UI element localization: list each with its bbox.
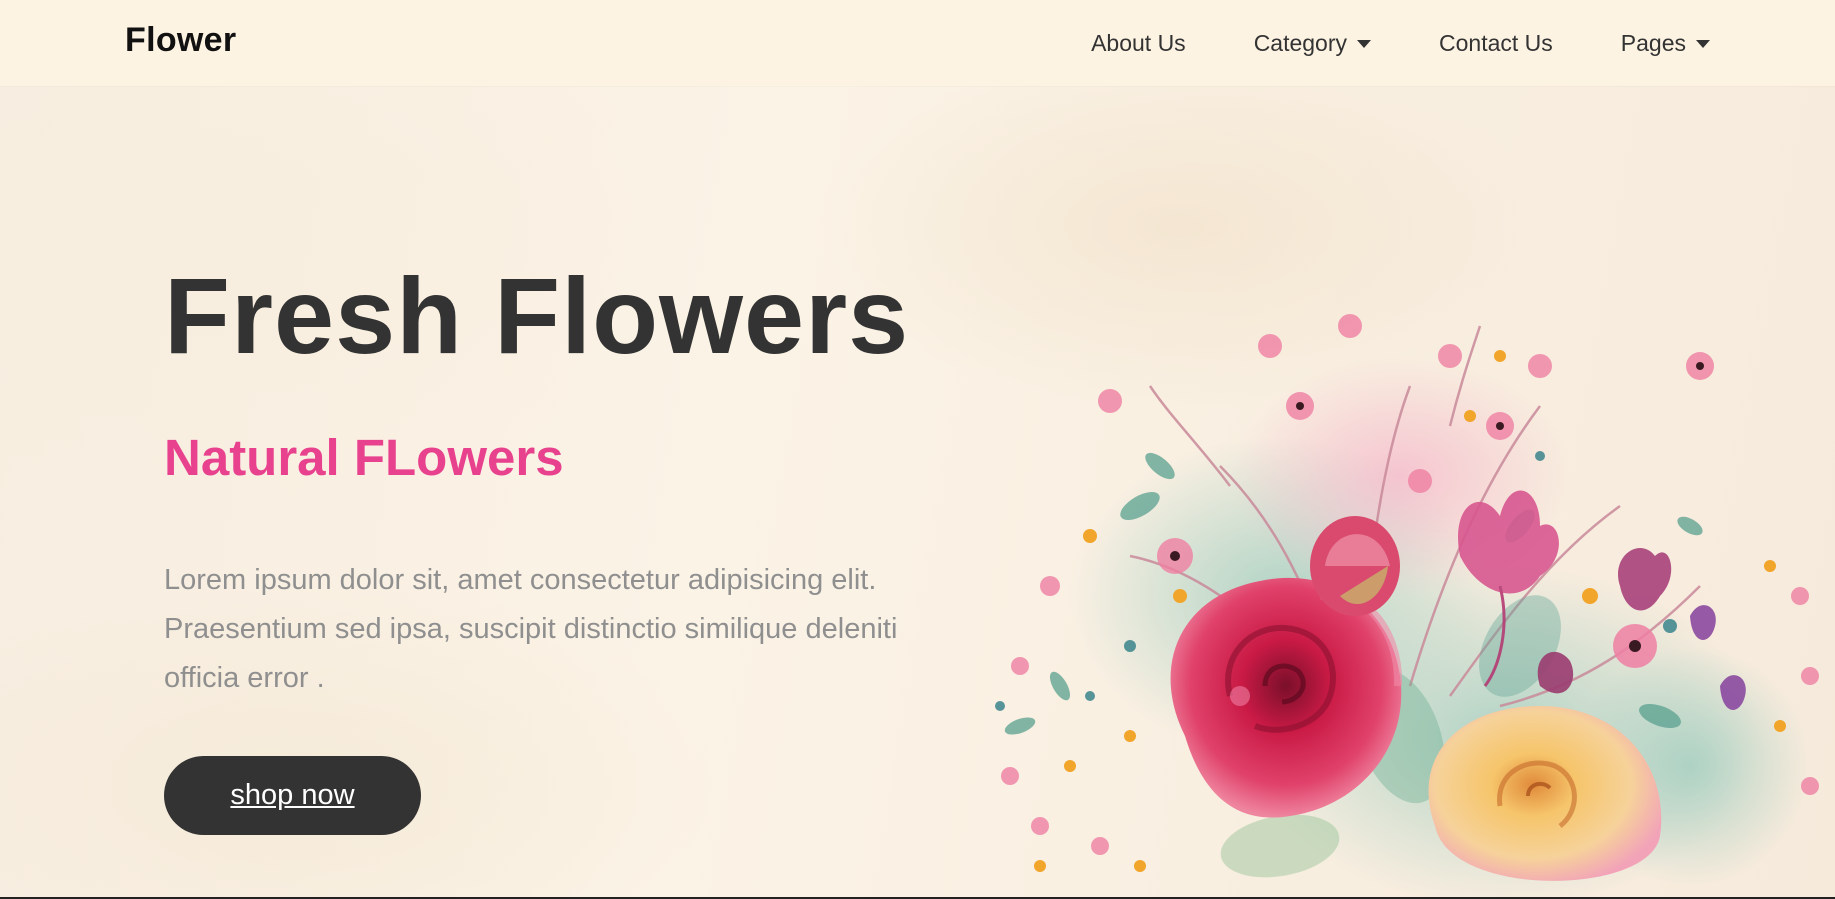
hero-subtitle: Natural FLowers [164, 429, 564, 486]
navbar: Flower About Us Category Contact Us Page… [0, 0, 1835, 86]
hero-description-line: Praesentium sed ipsa, suscipit distincti… [164, 613, 898, 645]
caret-down-icon [1696, 40, 1710, 48]
nav-item-pages[interactable]: Pages [1621, 30, 1710, 57]
nav-item-label: About Us [1091, 29, 1186, 56]
nav-menu: About Us Category Contact Us Pages [1091, 0, 1710, 86]
hero-description-line: Lorem ipsum dolor sit, amet consectetur … [164, 564, 877, 596]
hero-description-line: officia error . [164, 662, 325, 694]
caret-down-icon [1357, 40, 1372, 48]
nav-item-contact-us[interactable]: Contact Us [1439, 30, 1553, 57]
nav-item-label: Pages [1620, 29, 1686, 56]
hero-title: Fresh Flowers [164, 255, 910, 376]
nav-item-label: Category [1253, 29, 1348, 56]
nav-item-category[interactable]: Category [1253, 29, 1372, 57]
page: Flower About Us Category Contact Us Page… [0, 0, 1835, 899]
hero-description: Lorem ipsum dolor sit, amet consectetur … [164, 556, 1004, 703]
shop-now-button[interactable]: shop now [164, 756, 421, 835]
flower-bouquet-image [995, 314, 1819, 899]
nav-item-label: Contact Us [1439, 29, 1553, 56]
nav-item-about-us[interactable]: About Us [1091, 30, 1186, 57]
hero-section: Fresh Flowers Natural FLowers Lorem ipsu… [0, 86, 1835, 899]
site-logo[interactable]: Flower [125, 21, 236, 60]
